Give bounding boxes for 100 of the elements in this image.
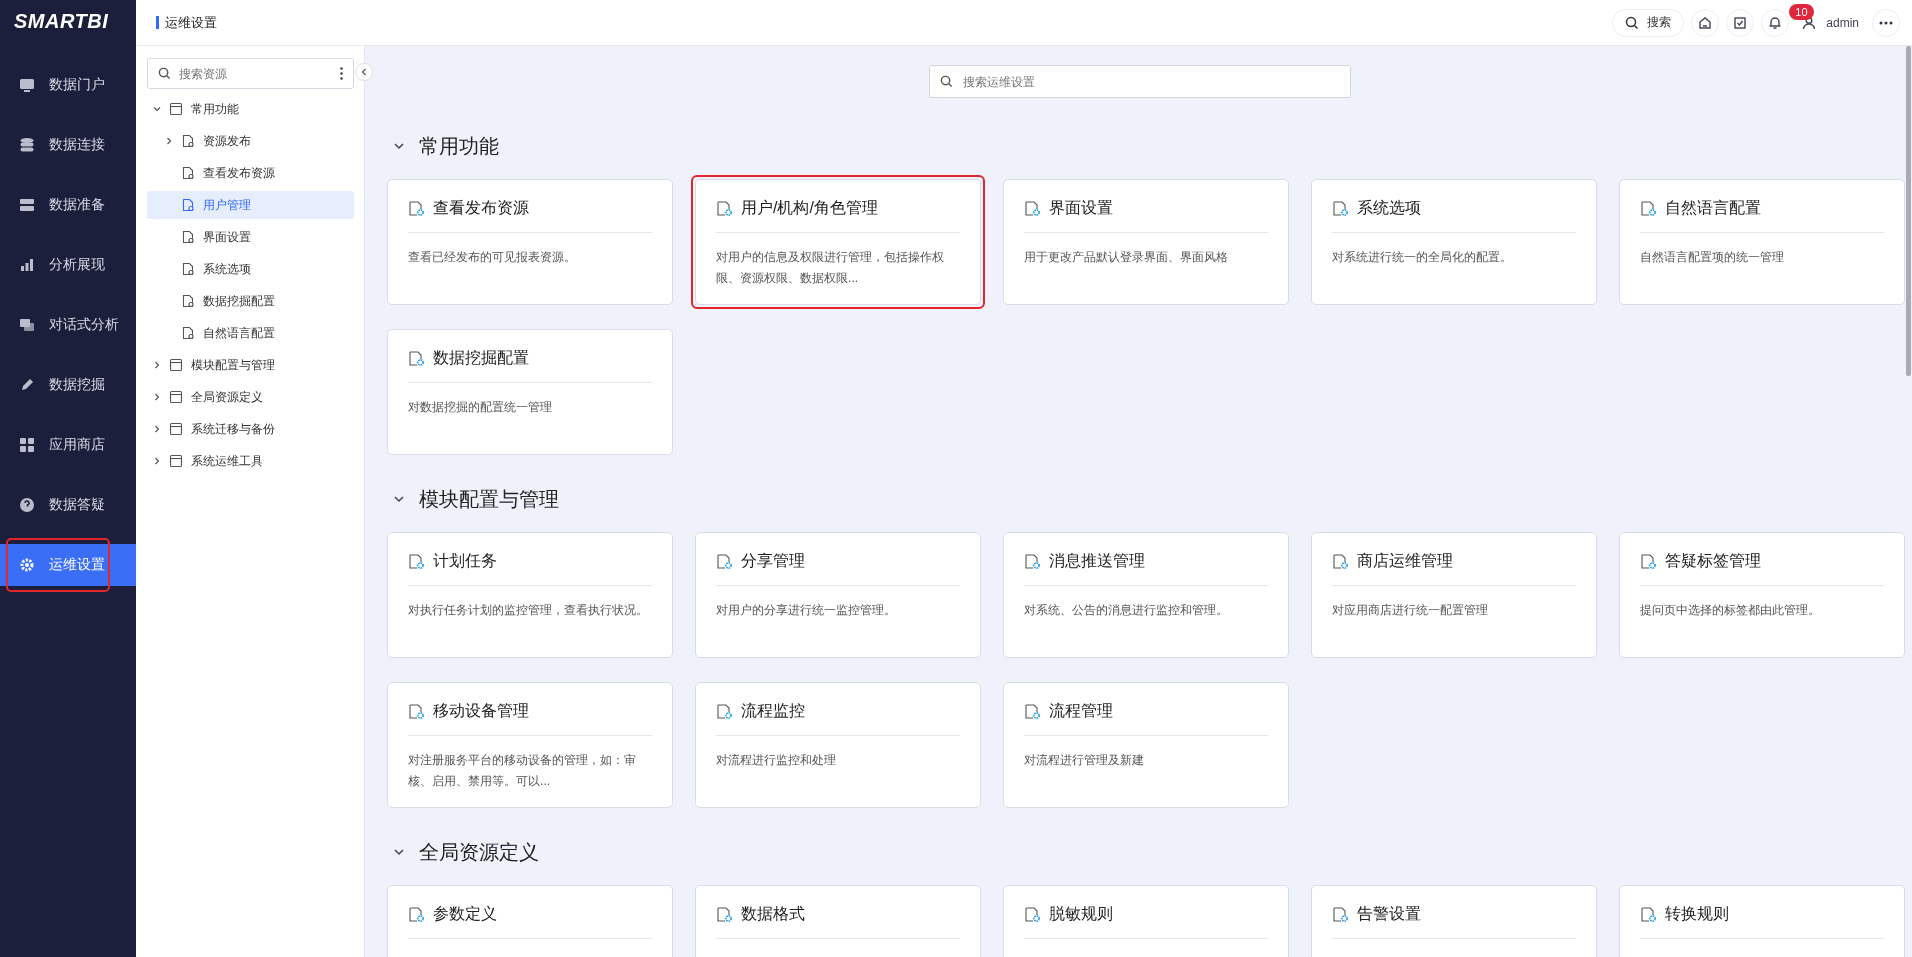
document-gear-icon: [1640, 552, 1657, 570]
tree-item[interactable]: 界面设置: [147, 223, 354, 251]
card-title: 告警设置: [1357, 903, 1421, 924]
chevron-icon: [393, 846, 405, 858]
chat-icon: [19, 317, 35, 333]
search-input[interactable]: 搜索运维设置: [960, 73, 1340, 90]
tree-item[interactable]: 全局资源定义: [147, 383, 354, 411]
search-field[interactable]: 搜索运维设置: [928, 65, 1351, 98]
chevron-icon: [153, 425, 161, 433]
card-title: 查看发布资源: [433, 197, 529, 218]
folder-icon: [169, 390, 183, 404]
tree-item[interactable]: 资源发布: [147, 127, 354, 155]
notification-badge: 10: [1789, 3, 1814, 20]
nav-item[interactable]: 数据准备: [0, 184, 136, 226]
tree-item[interactable]: 常用功能: [147, 95, 354, 123]
feature-card[interactable]: 脱敏规则: [1003, 885, 1289, 957]
document-icon: [181, 198, 195, 212]
document-icon: [181, 294, 195, 308]
feature-card[interactable]: 流程管理 对流程进行管理及新建: [1003, 682, 1289, 808]
feature-card[interactable]: 计划任务 对执行任务计划的监控管理，查看执行状况。: [387, 532, 673, 658]
card-description: 对数据挖掘的配置统一管理: [408, 399, 553, 416]
document-gear-icon: [1024, 702, 1041, 720]
tree-item[interactable]: 系统选项: [147, 255, 354, 283]
search-button[interactable]: 搜索: [1612, 8, 1685, 37]
feature-card[interactable]: 数据挖掘配置 对数据挖掘的配置统一管理: [387, 329, 673, 455]
notification-button[interactable]: [1761, 8, 1790, 37]
feature-card[interactable]: 分享管理 对用户的分享进行统一监控管理。: [695, 532, 981, 658]
card-description: 对应用商店进行统一配置管理: [1332, 602, 1489, 619]
card-description: 对注册服务平台的移动设备的管理，如：审核、启用、禁用等。可以...: [408, 752, 637, 790]
task-button[interactable]: [1726, 8, 1755, 37]
document-gear-icon: [716, 199, 733, 217]
chevron-icon: [153, 393, 161, 401]
tree-item[interactable]: 系统运维工具: [147, 447, 354, 475]
document-gear-icon: [716, 905, 733, 923]
card-title: 脱敏规则: [1049, 903, 1113, 924]
folder-icon: [169, 358, 183, 372]
search-input[interactable]: 搜索资源: [177, 65, 334, 82]
tree-item[interactable]: 查看发布资源: [147, 159, 354, 187]
nav-item[interactable]: 运维设置: [0, 544, 136, 586]
logo: SMARTBI: [13, 9, 109, 34]
card-title: 数据挖掘配置: [433, 347, 529, 368]
feature-card[interactable]: 消息推送管理 对系统、公告的消息进行监控和管理。: [1003, 532, 1289, 658]
card-title: 计划任务: [433, 550, 497, 571]
feature-card[interactable]: 转换规则: [1619, 885, 1905, 957]
section-header[interactable]: 常用功能: [387, 126, 1906, 166]
feature-card[interactable]: 移动设备管理 对注册服务平台的移动设备的管理，如：审核、启用、禁用等。可以...: [387, 682, 673, 808]
card-title: 答疑标签管理: [1665, 550, 1761, 571]
feature-card[interactable]: 流程监控 对流程进行监控和处理: [695, 682, 981, 808]
nav-item[interactable]: 对话式分析: [0, 304, 136, 346]
checkbox-icon: [1733, 15, 1748, 30]
nav-item[interactable]: 分析展现: [0, 244, 136, 286]
nav-item[interactable]: 应用商店: [0, 424, 136, 466]
card-title: 商店运维管理: [1357, 550, 1453, 571]
chevron-icon: [393, 493, 405, 505]
collapse-button[interactable]: [355, 63, 373, 81]
search-icon: [939, 75, 953, 88]
section-header[interactable]: 全局资源定义: [387, 832, 1906, 872]
nav-item[interactable]: 数据门户: [0, 64, 136, 106]
nav-item[interactable]: 数据连接: [0, 124, 136, 166]
feature-card[interactable]: 告警设置: [1311, 885, 1597, 957]
card-title: 界面设置: [1049, 197, 1113, 218]
feature-card[interactable]: 参数定义: [387, 885, 673, 957]
nav-item[interactable]: 数据答疑: [0, 484, 136, 526]
settings-icon: [19, 557, 35, 573]
tree-item[interactable]: 数据挖掘配置: [147, 287, 354, 315]
search-icon: [1625, 15, 1640, 30]
card-description: 对执行任务计划的监控管理，查看执行状况。: [408, 602, 649, 619]
card-description: 对系统、公告的消息进行监控和管理。: [1024, 602, 1229, 619]
document-gear-icon: [1640, 905, 1657, 923]
document-gear-icon: [716, 702, 733, 720]
card-title: 分享管理: [741, 550, 805, 571]
document-gear-icon: [1024, 199, 1041, 217]
tree-item[interactable]: 用户管理: [147, 191, 354, 219]
tree-item[interactable]: 系统迁移与备份: [147, 415, 354, 443]
card-description: 用于更改产品默认登录界面、界面风格: [1024, 249, 1229, 266]
document-gear-icon: [1332, 199, 1349, 217]
home-button[interactable]: [1691, 8, 1720, 37]
document-gear-icon: [1024, 905, 1041, 923]
section-header[interactable]: 模块配置与管理: [387, 479, 1906, 519]
page-title: 运维设置: [156, 16, 217, 29]
feature-card[interactable]: 自然语言配置 自然语言配置项的统一管理: [1619, 179, 1905, 305]
feature-card[interactable]: 答疑标签管理 提问页中选择的标签都由此管理。: [1619, 532, 1905, 658]
feature-card[interactable]: 数据格式: [695, 885, 981, 957]
card-description: 查看已经发布的可见报表资源。: [408, 249, 577, 266]
feature-card[interactable]: 界面设置 用于更改产品默认登录界面、界面风格: [1003, 179, 1289, 305]
nav-item[interactable]: 数据挖掘: [0, 364, 136, 406]
feature-card[interactable]: 系统选项 对系统进行统一的全局化的配置。: [1311, 179, 1597, 305]
feature-card[interactable]: 查看发布资源 查看已经发布的可见报表资源。: [387, 179, 673, 305]
tree-item[interactable]: 自然语言配置: [147, 319, 354, 347]
scrollbar[interactable]: [1906, 46, 1911, 376]
tree-item[interactable]: 模块配置与管理: [147, 351, 354, 379]
card-title: 流程管理: [1049, 700, 1113, 721]
feature-card[interactable]: 用户/机构/角色管理 对用户的信息及权限进行管理，包括操作权限、资源权限、数据权限...: [695, 179, 981, 305]
card-title: 系统选项: [1357, 197, 1421, 218]
help-icon: [19, 497, 35, 513]
document-gear-icon: [1332, 552, 1349, 570]
feature-card[interactable]: 商店运维管理 对应用商店进行统一配置管理: [1311, 532, 1597, 658]
document-icon: [181, 230, 195, 244]
search-field[interactable]: 搜索资源: [147, 58, 354, 89]
document-icon: [181, 134, 195, 148]
